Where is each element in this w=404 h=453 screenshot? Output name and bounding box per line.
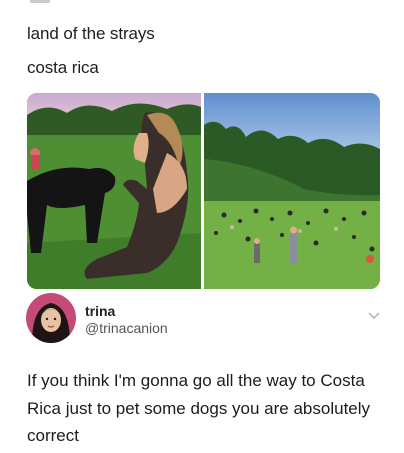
author-handle[interactable]: @trinacanion [85, 320, 168, 336]
chevron-down-icon[interactable] [368, 307, 380, 325]
woman-petting-dog-photo[interactable] [27, 93, 201, 289]
photo-grid [27, 93, 380, 289]
tweet-text: If you think I'm gonna go all the way to… [27, 371, 371, 445]
post-caption-line-2: costa rica [27, 58, 99, 77]
post-caption-line-1: land of the strays [27, 24, 155, 43]
top-divider [30, 0, 50, 3]
author-name[interactable]: trina [85, 303, 115, 319]
avatar[interactable] [26, 293, 76, 343]
field-of-dogs-photo[interactable] [204, 93, 380, 289]
